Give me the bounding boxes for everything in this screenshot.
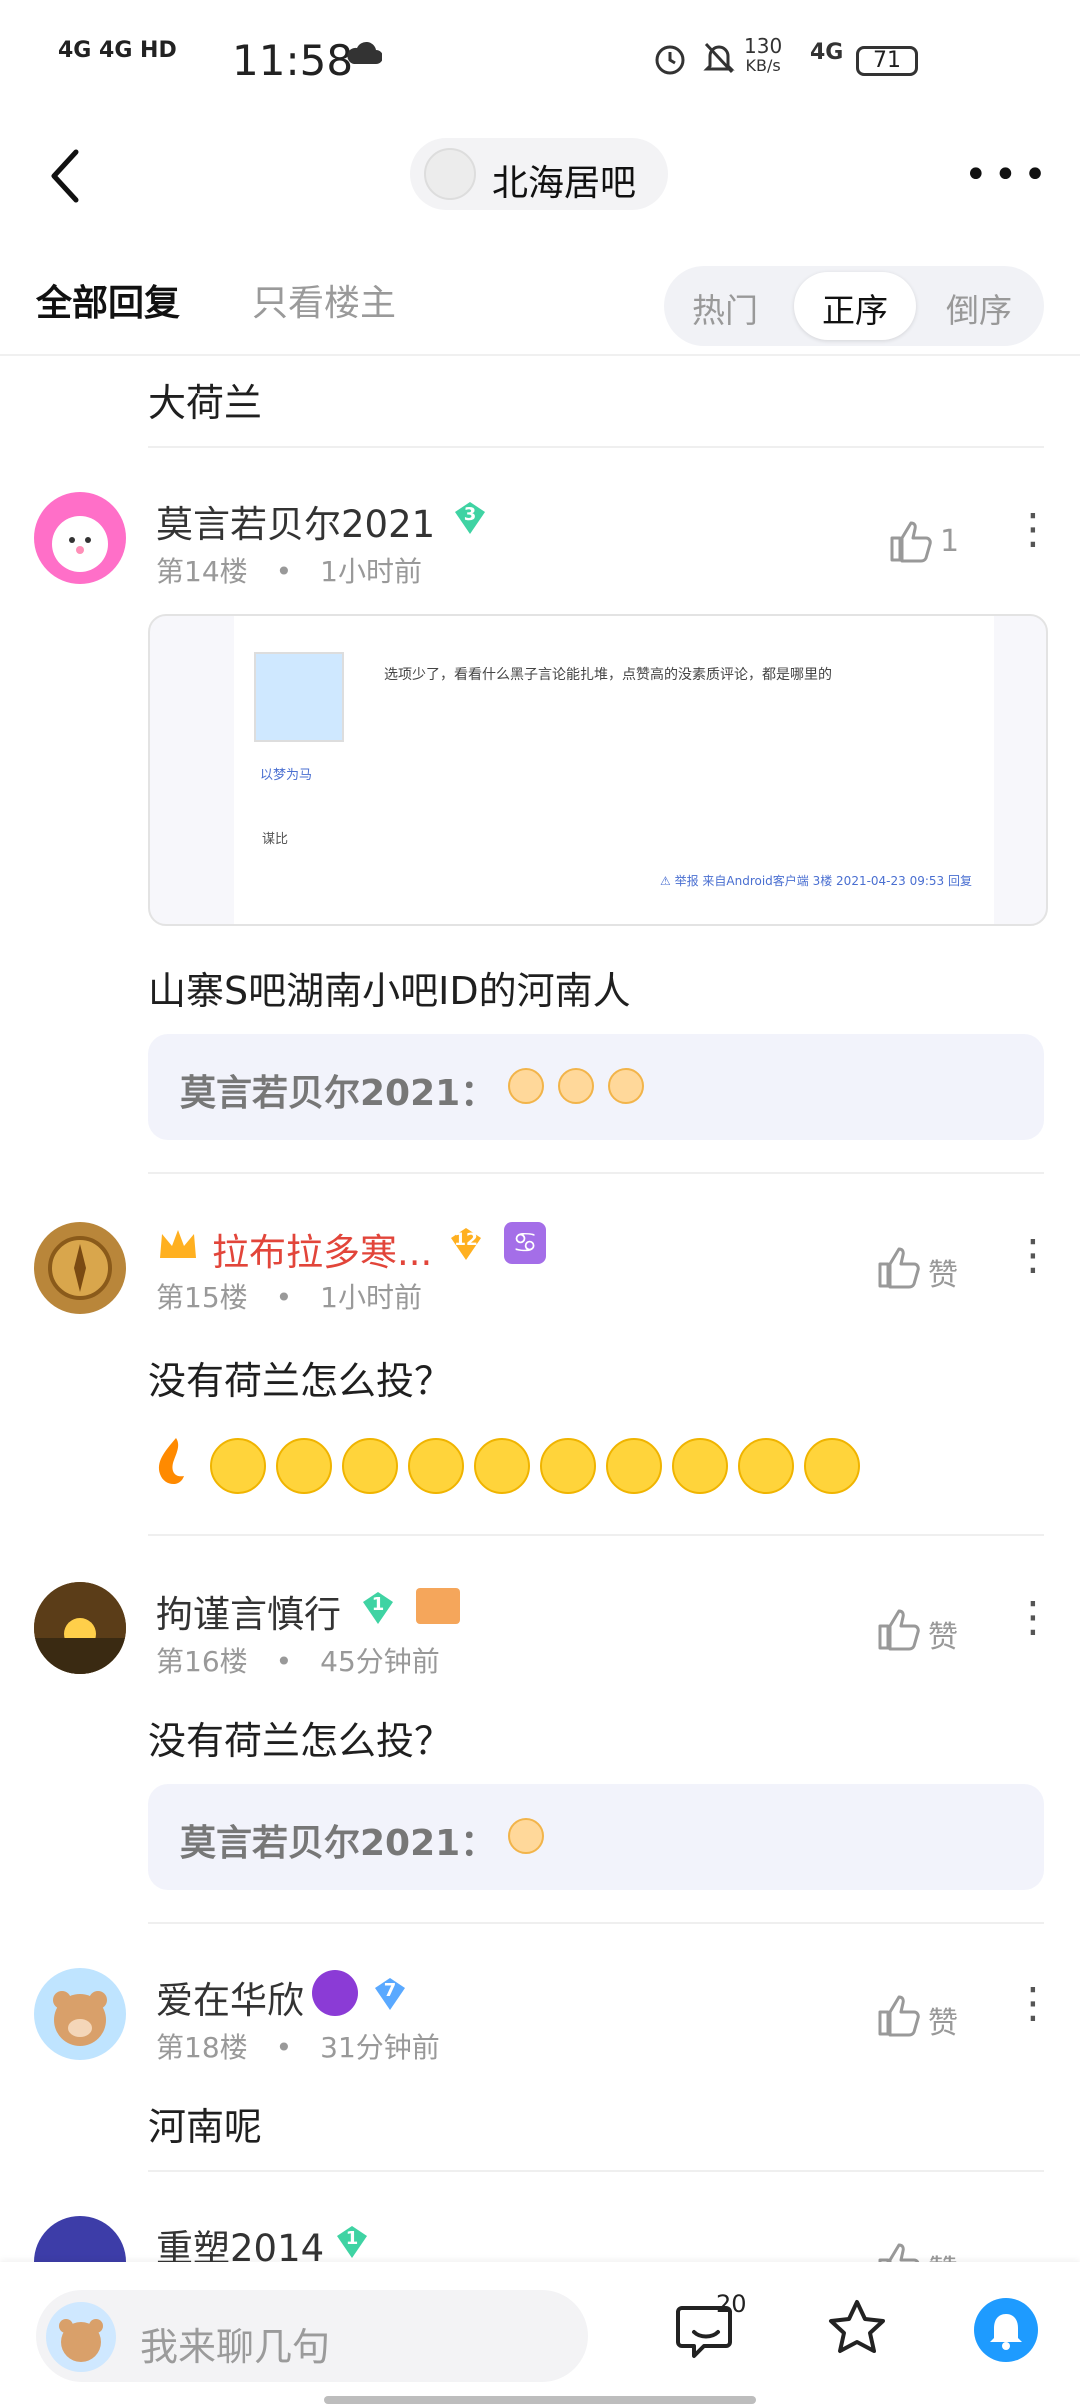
username[interactable]: 拉布拉多寒... bbox=[212, 1222, 432, 1276]
post-menu-icon[interactable]: ⋮ bbox=[1012, 1234, 1054, 1276]
tab-owner-only[interactable]: 只看楼主 bbox=[252, 274, 396, 326]
devil-emoji-icon bbox=[312, 1970, 358, 2016]
medal-badge-icon bbox=[416, 1588, 460, 1624]
level-number: 12 bbox=[454, 1230, 478, 1250]
embedded-screenshot[interactable]: 以梦为马 选项少了，看看什么黑子言论能扎堆，点赞高的没素质评论，都是哪里的 谋比… bbox=[148, 614, 1048, 926]
proud-emoji-icon bbox=[508, 1818, 544, 1854]
cloud-icon bbox=[347, 41, 382, 64]
avatar bbox=[254, 652, 344, 742]
post-text: 没有荷兰怎么投？ bbox=[148, 1359, 453, 1403]
comment-count: 20 bbox=[716, 2290, 747, 2318]
screenshot-badge: 谋比 bbox=[262, 832, 289, 847]
header-divider bbox=[0, 354, 1080, 356]
tab-all-replies[interactable]: 全部回复 bbox=[36, 274, 180, 326]
like-label[interactable]: 赞 bbox=[928, 1998, 958, 2042]
username[interactable]: 拘谨言慎行 bbox=[156, 1584, 341, 1638]
divider bbox=[148, 1172, 1044, 1174]
level-number: 1 bbox=[345, 2228, 359, 2249]
signal-4g-icon: 4G bbox=[810, 40, 844, 65]
my-avatar bbox=[46, 2302, 116, 2372]
smile-emoji-icon bbox=[672, 1438, 728, 1494]
back-icon[interactable] bbox=[46, 146, 86, 206]
post-menu-icon[interactable]: ⋮ bbox=[1012, 1596, 1054, 1638]
post-text: 没有荷兰怎么投？ bbox=[148, 1719, 453, 1763]
like-icon[interactable] bbox=[876, 1244, 922, 1290]
post-text: 河南呢 bbox=[148, 2105, 263, 2149]
share-bell-icon[interactable] bbox=[974, 2298, 1038, 2362]
forum-name[interactable]: 北海居吧 bbox=[492, 154, 636, 206]
post-menu-icon[interactable]: ⋮ bbox=[1012, 508, 1054, 550]
status-bar: 4G 4G HD 11:58 130 KB/s 4G 71 bbox=[0, 0, 1080, 120]
like-label[interactable]: 赞 bbox=[928, 1612, 958, 1656]
sort-hot[interactable]: 热门 bbox=[692, 284, 758, 332]
flame-emoji-icon bbox=[158, 1438, 184, 1485]
net-speed: 130 KB/s bbox=[744, 34, 783, 75]
screenshot-footer: ⚠ 举报 来自Android客户端 3楼 2021-04-23 09:53 回复 bbox=[660, 874, 972, 888]
angry-emoji-icon bbox=[558, 1068, 594, 1104]
post-menu-icon[interactable]: ⋮ bbox=[1012, 1982, 1054, 2024]
post-text: 山寨S吧湖南小吧ID的河南人 bbox=[148, 969, 631, 1013]
cancer-zodiac-icon: ♋ bbox=[504, 1222, 546, 1264]
smile-emoji-icon bbox=[276, 1438, 332, 1494]
mute-icon bbox=[703, 42, 735, 74]
smile-emoji-icon bbox=[210, 1438, 266, 1494]
smile-emoji-icon bbox=[408, 1438, 464, 1494]
angry-emoji-icon bbox=[608, 1068, 644, 1104]
angry-emoji-icon bbox=[508, 1068, 544, 1104]
sort-desc[interactable]: 倒序 bbox=[946, 284, 1012, 332]
floor-meta: 第16楼 • 45分钟前 bbox=[156, 1645, 440, 1678]
divider bbox=[148, 446, 1044, 448]
avatar[interactable] bbox=[34, 492, 126, 584]
alarm-icon bbox=[655, 45, 685, 75]
more-options-icon[interactable]: ••• bbox=[964, 155, 1053, 195]
crown-icon bbox=[160, 1230, 196, 1258]
floor-meta: 第15楼 • 1小时前 bbox=[156, 1281, 422, 1314]
blush-emoji-icon bbox=[606, 1438, 662, 1494]
quote-author[interactable]: 莫言若贝尔2021： bbox=[180, 1814, 496, 1866]
post-text: 大荷兰 bbox=[148, 381, 263, 425]
level-number: 3 bbox=[463, 504, 477, 525]
smile-emoji-icon bbox=[474, 1438, 530, 1494]
screenshot-text: 选项少了，看看什么黑子言论能扎堆，点赞高的没素质评论，都是哪里的 bbox=[384, 667, 832, 683]
like-icon[interactable] bbox=[888, 518, 934, 564]
floor-meta: 第18楼 • 31分钟前 bbox=[156, 2031, 440, 2064]
like-icon[interactable] bbox=[876, 1606, 922, 1652]
floor-meta: 第14楼 • 1小时前 bbox=[156, 555, 422, 588]
level-number: 7 bbox=[383, 1980, 397, 2001]
smile-emoji-icon bbox=[540, 1438, 596, 1494]
avatar[interactable] bbox=[34, 1968, 126, 2060]
smile-emoji-icon bbox=[738, 1438, 794, 1494]
divider bbox=[148, 1922, 1044, 1924]
sort-asc[interactable]: 正序 bbox=[822, 284, 888, 332]
network-indicator: 4G 4G HD bbox=[58, 38, 177, 63]
battery-icon: 71 bbox=[856, 46, 918, 76]
avatar[interactable] bbox=[34, 1582, 126, 1674]
clock: 11:58 bbox=[232, 36, 354, 85]
home-indicator[interactable] bbox=[324, 2396, 756, 2404]
level-number: 1 bbox=[371, 1594, 385, 1615]
quote-author[interactable]: 莫言若贝尔2021： bbox=[180, 1064, 496, 1116]
like-label[interactable]: 赞 bbox=[928, 1250, 958, 1294]
forum-logo bbox=[424, 148, 476, 200]
divider bbox=[148, 2170, 1044, 2172]
like-icon[interactable] bbox=[876, 1992, 922, 2038]
reply-placeholder[interactable]: 我来聊几句 bbox=[140, 2316, 330, 2371]
username[interactable]: 莫言若贝尔2021 bbox=[156, 494, 435, 548]
like-count[interactable]: 1 bbox=[940, 524, 959, 559]
favorite-star-icon[interactable] bbox=[824, 2296, 890, 2362]
divider bbox=[148, 1534, 1044, 1536]
username[interactable]: 爱在华欣 bbox=[156, 1970, 304, 2024]
avatar[interactable] bbox=[34, 1222, 126, 1314]
smile-emoji-icon bbox=[342, 1438, 398, 1494]
smile-emoji-icon bbox=[804, 1438, 860, 1494]
screenshot-user: 以梦为马 bbox=[260, 768, 313, 783]
